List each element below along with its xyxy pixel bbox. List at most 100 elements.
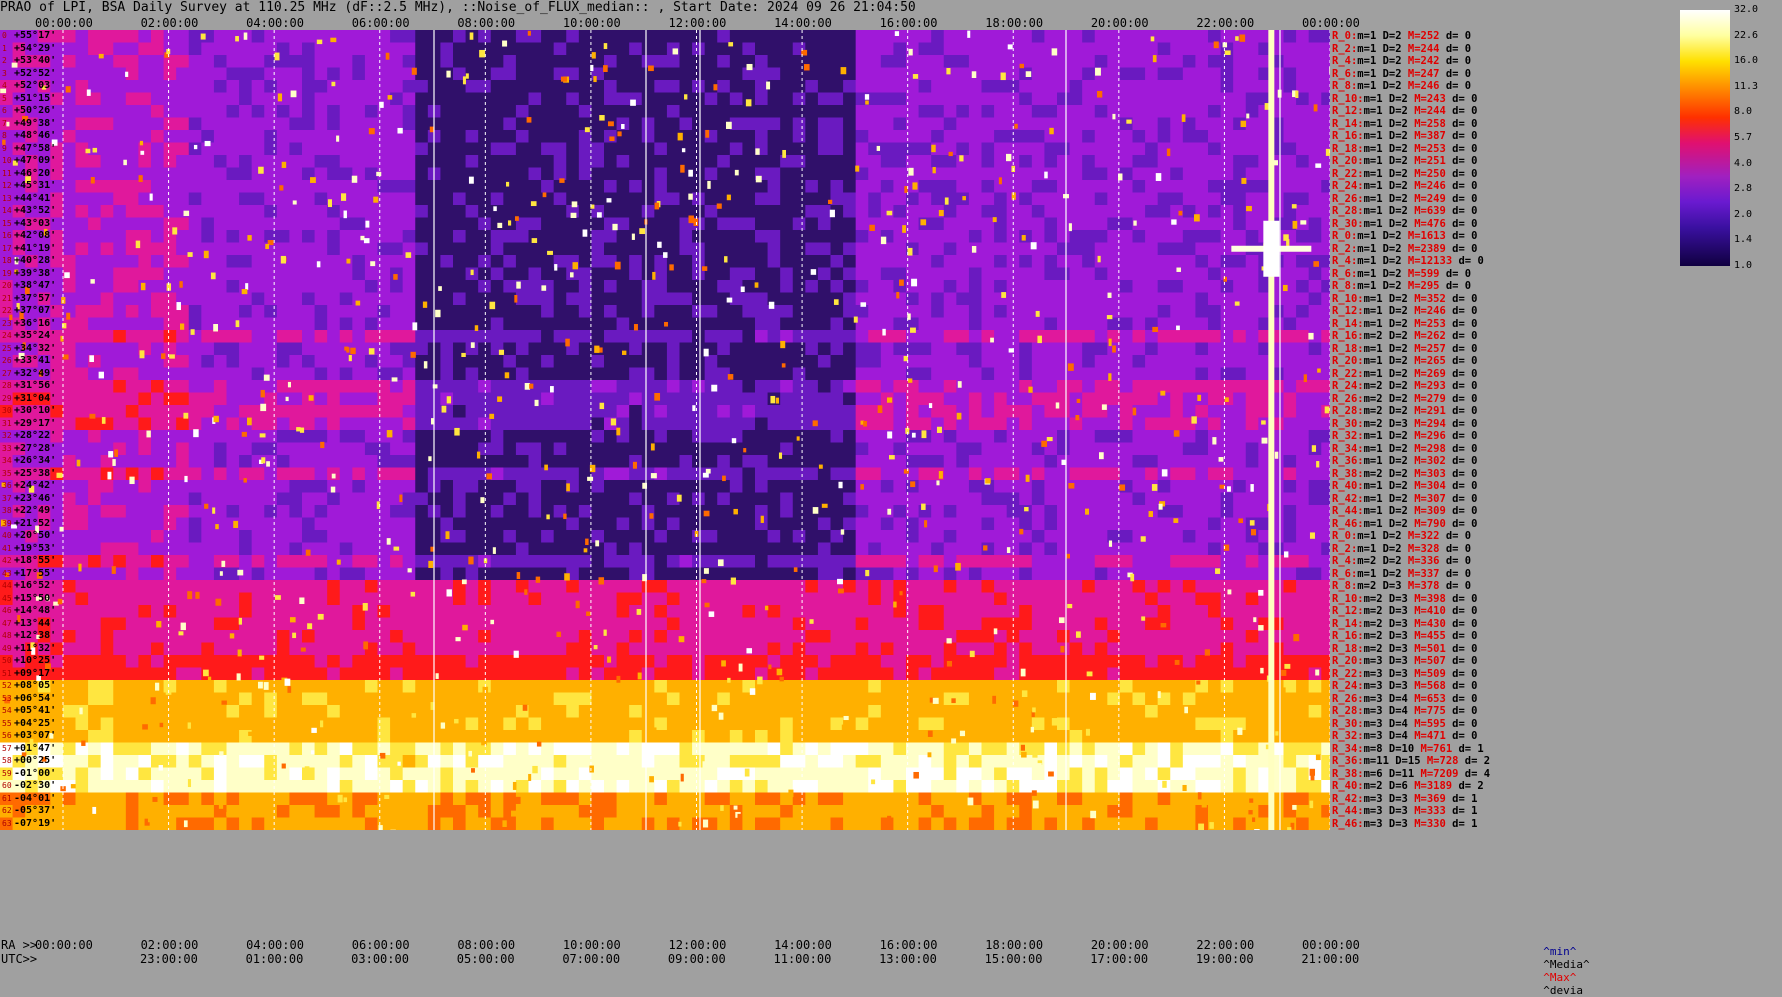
heatmap-cell <box>276 505 291 519</box>
heatmap-cell <box>188 417 202 431</box>
heatmap-cell <box>188 467 202 481</box>
heatmap-cell <box>1094 517 1108 531</box>
heatmap-cell <box>604 467 618 481</box>
heatmap-cell <box>578 192 593 206</box>
heatmap-cell <box>843 342 857 356</box>
heatmap-cell <box>805 205 819 219</box>
heatmap-cell <box>641 42 655 56</box>
heatmap-cell <box>528 355 542 369</box>
heatmap-cell <box>264 280 278 294</box>
heatmap-cell <box>981 355 995 369</box>
heatmap-cell <box>327 392 341 406</box>
heatmap-cell <box>1132 130 1146 144</box>
heatmap-cell <box>251 542 265 556</box>
heatmap-cell <box>314 155 328 169</box>
heatmap-cell <box>704 442 718 456</box>
heatmap-cell <box>692 192 706 206</box>
heatmap-cell <box>704 92 718 106</box>
heatmap-cell <box>1157 130 1171 144</box>
heatmap-cell <box>327 42 341 56</box>
heatmap-cell <box>1195 405 1209 419</box>
heatmap-cell <box>201 430 215 444</box>
heatmap-cell <box>1145 42 1159 56</box>
heatmap-cell <box>604 167 618 181</box>
heatmap-cell <box>302 342 316 356</box>
heatmap-cell <box>100 92 114 106</box>
heatmap-cell <box>339 105 353 119</box>
heatmap-cell <box>893 530 907 544</box>
heatmap-cell <box>75 230 89 244</box>
heatmap-cell <box>1233 130 1247 144</box>
heatmap-cell <box>327 542 341 556</box>
heatmap-cell <box>918 455 932 469</box>
heatmap-cell <box>402 280 416 294</box>
heatmap-cell <box>62 380 77 394</box>
heatmap-cell <box>742 467 756 481</box>
heatmap-cell <box>465 255 479 269</box>
heatmap-cell <box>113 330 127 344</box>
heatmap-cell <box>981 117 995 131</box>
heatmap-cell <box>1308 55 1322 69</box>
heatmap-cell <box>830 167 844 181</box>
heatmap-cell <box>755 130 769 144</box>
heatmap-cell <box>213 230 228 244</box>
heatmap-cell <box>616 92 630 106</box>
heatmap-cell <box>641 492 655 506</box>
heatmap-cell <box>1157 355 1171 369</box>
heatmap-cell <box>578 405 593 419</box>
heatmap-cell <box>138 230 152 244</box>
heatmap-cell <box>591 92 605 106</box>
heatmap-cell <box>1245 380 1259 394</box>
heatmap-cell <box>981 505 995 519</box>
heatmap-cell <box>880 380 895 394</box>
heatmap-cell <box>968 505 983 519</box>
heatmap-cell <box>679 330 693 344</box>
heatmap-cell <box>390 467 404 481</box>
heatmap-cell <box>1044 242 1058 256</box>
heatmap-cell <box>629 417 643 431</box>
heatmap-cell <box>339 155 353 169</box>
heatmap-cell <box>100 317 114 331</box>
heatmap-cell <box>1057 55 1071 69</box>
heatmap-cell <box>931 305 945 319</box>
heatmap-cell <box>289 30 303 44</box>
heatmap-cell <box>843 192 857 206</box>
heatmap-cell <box>566 180 580 194</box>
heatmap-cell <box>1170 30 1184 44</box>
heatmap-cell <box>1057 242 1071 256</box>
heatmap-cell <box>239 342 253 356</box>
heatmap-cell <box>1233 55 1247 69</box>
heatmap-cell <box>780 392 794 406</box>
heatmap-cell <box>490 492 504 506</box>
heatmap-cell <box>1031 480 1046 494</box>
heatmap-cell <box>314 67 328 81</box>
heatmap-cell <box>302 355 316 369</box>
heatmap-cell <box>490 130 504 144</box>
heatmap-cell <box>339 442 353 456</box>
heatmap-cell <box>1069 180 1083 194</box>
heatmap-cell <box>176 30 190 44</box>
heatmap-cell <box>1182 142 1197 156</box>
heatmap-cell <box>704 192 718 206</box>
heatmap-cell <box>943 467 957 481</box>
heatmap-cell <box>1308 117 1322 131</box>
heatmap-cell <box>666 105 681 119</box>
heatmap-cell <box>956 542 970 556</box>
heatmap-cell <box>1132 55 1146 69</box>
heatmap-cell <box>1132 255 1146 269</box>
heatmap-cell <box>1082 155 1096 169</box>
heatmap-cell <box>1145 417 1159 431</box>
heatmap-cell <box>981 367 995 381</box>
heatmap-cell <box>1308 355 1322 369</box>
heatmap-cell <box>1195 92 1209 106</box>
heatmap-cell <box>767 455 781 469</box>
heatmap-cell <box>1157 455 1171 469</box>
heatmap-cell <box>767 117 781 131</box>
heatmap-cell <box>893 242 907 256</box>
heatmap-cell <box>918 242 932 256</box>
heatmap-cell <box>729 92 744 106</box>
heatmap-cell <box>994 305 1008 319</box>
heatmap-cell <box>1170 92 1184 106</box>
heatmap-cell <box>880 30 895 44</box>
heatmap-cell <box>1057 217 1071 231</box>
